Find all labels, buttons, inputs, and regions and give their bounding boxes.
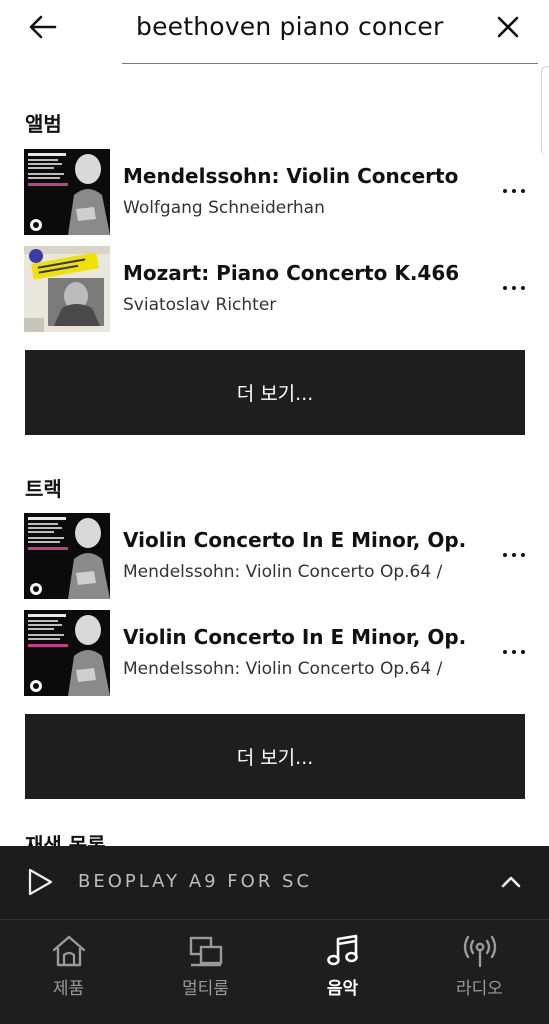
- search-query-text[interactable]: beethoven piano concer: [136, 12, 466, 41]
- track-album: Mendelssohn: Violin Concerto Op.64 /: [123, 562, 443, 582]
- search-header: beethoven piano concer: [0, 0, 549, 66]
- nav-label: 음악: [326, 979, 359, 999]
- play-icon: [28, 868, 53, 896]
- expand-player-button[interactable]: [495, 866, 527, 898]
- nav-tab-music[interactable]: 음악: [274, 920, 411, 1024]
- clear-search-button[interactable]: [492, 11, 524, 43]
- search-input[interactable]: beethoven piano concer: [122, 0, 538, 64]
- more-options-icon[interactable]: [494, 637, 534, 667]
- bottom-navigation: 제품 멀티룸 음악 라디오: [0, 919, 549, 1024]
- track-row[interactable]: Violin Concerto In E Minor, Op.6 Mendels…: [0, 609, 549, 697]
- track-cover: [24, 610, 110, 696]
- play-button[interactable]: [24, 866, 56, 898]
- playlists-heading: 재생 목록: [25, 833, 106, 846]
- see-more-albums-button[interactable]: 더 보기...: [25, 350, 525, 435]
- nav-tab-products[interactable]: 제품: [0, 920, 137, 1024]
- album-cover: [24, 149, 110, 235]
- nav-tab-radio[interactable]: 라디오: [411, 920, 548, 1024]
- see-more-tracks-button[interactable]: 더 보기...: [25, 714, 525, 799]
- album-title: Mendelssohn: Violin Concerto O: [123, 164, 465, 188]
- nav-tab-multiroom[interactable]: 멀티룸: [137, 920, 274, 1024]
- nav-label: 제품: [52, 979, 85, 999]
- album-title: Mozart: Piano Concerto K.466 /: [123, 261, 465, 285]
- close-icon: [497, 16, 519, 38]
- now-playing-bar[interactable]: BEOPLAY A9 FOR SC: [0, 846, 549, 919]
- music-note-icon: [327, 934, 358, 966]
- album-artist: Wolfgang Schneiderhan: [123, 198, 325, 218]
- nav-label: 라디오: [456, 979, 503, 999]
- album-cover: [24, 246, 110, 332]
- chevron-up-icon: [501, 876, 521, 888]
- back-button[interactable]: [26, 10, 60, 44]
- track-row[interactable]: Violin Concerto In E Minor, Op.6 Mendels…: [0, 512, 549, 600]
- tracks-heading: 트랙: [25, 477, 62, 501]
- device-name: BEOPLAY A9 FOR SC: [78, 871, 313, 892]
- nav-label: 멀티룸: [182, 979, 229, 999]
- album-row[interactable]: Mozart: Piano Concerto K.466 / Sviatosla…: [0, 245, 549, 333]
- more-options-icon[interactable]: [494, 273, 534, 303]
- more-options-icon[interactable]: [494, 176, 534, 206]
- track-album: Mendelssohn: Violin Concerto Op.64 /: [123, 659, 443, 679]
- track-title: Violin Concerto In E Minor, Op.6: [123, 625, 465, 649]
- track-title: Violin Concerto In E Minor, Op.6: [123, 528, 465, 552]
- album-artist: Sviatoslav Richter: [123, 295, 277, 315]
- albums-heading: 앨범: [25, 112, 62, 136]
- radio-antenna-icon: [463, 935, 497, 968]
- arrow-left-icon: [29, 15, 57, 39]
- home-icon: [52, 935, 86, 967]
- track-cover: [24, 513, 110, 599]
- album-row[interactable]: Mendelssohn: Violin Concerto O Wolfgang …: [0, 148, 549, 236]
- more-options-icon[interactable]: [494, 540, 534, 570]
- multiroom-icon: [189, 936, 223, 967]
- scroll-indicator[interactable]: [541, 66, 549, 156]
